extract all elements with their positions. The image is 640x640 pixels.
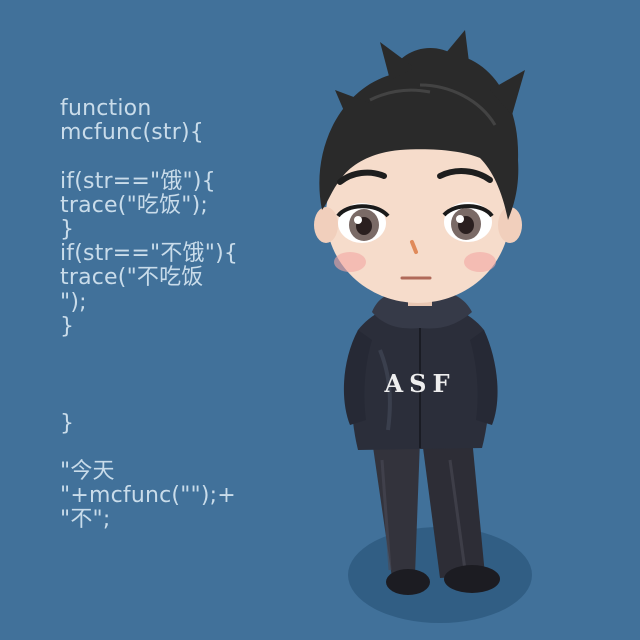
right-shoe xyxy=(444,565,500,593)
code-line: "今天 xyxy=(60,458,115,484)
left-cheek xyxy=(334,252,366,272)
code-line: "); xyxy=(60,289,87,315)
code-line: trace("吃饭"); xyxy=(60,192,208,218)
code-snippet: function mcfunc(str){ if(str=="饿"){ trac… xyxy=(60,96,239,533)
left-ear xyxy=(314,207,338,243)
code-line: trace("不吃饭 xyxy=(60,265,204,291)
code-line: function xyxy=(60,96,152,121)
code-line: } xyxy=(60,217,75,242)
code-line: if(str=="饿"){ xyxy=(60,168,216,194)
code-line: } xyxy=(60,410,75,436)
code-line: if(str=="不饿"){ xyxy=(60,241,239,267)
code-line: mcfunc(str){ xyxy=(60,120,204,146)
code-line: } xyxy=(60,313,75,339)
jacket-logo: ASF xyxy=(384,369,456,398)
left-shoe xyxy=(386,569,430,595)
code-line: "不"; xyxy=(60,507,111,533)
right-cheek xyxy=(464,252,496,272)
illustration-scene: function mcfunc(str){ if(str=="饿"){ trac… xyxy=(0,0,640,640)
code-line: "+mcfunc("");+ xyxy=(60,483,236,509)
chibi-character-drawing: ASF xyxy=(314,30,532,623)
chibi-character: ASF xyxy=(280,30,540,640)
